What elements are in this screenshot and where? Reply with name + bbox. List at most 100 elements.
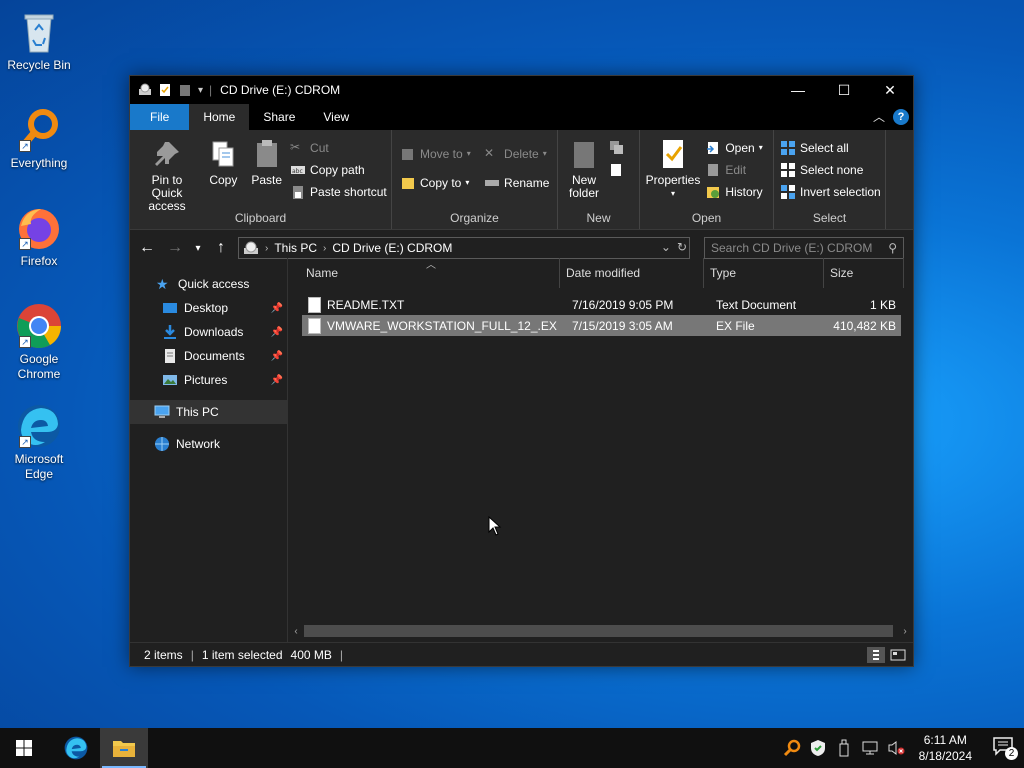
select-none-button[interactable]: Select none (780, 160, 881, 179)
window-title: CD Drive (E:) CDROM (220, 83, 341, 97)
cut-button[interactable]: ✂ Cut (290, 138, 387, 157)
breadcrumb-chevron[interactable]: › (323, 243, 326, 254)
select-all-button[interactable]: Select all (780, 138, 881, 157)
edit-button[interactable]: Edit (705, 160, 762, 179)
column-type[interactable]: Type (704, 258, 824, 288)
security-shield-icon[interactable] (809, 739, 827, 757)
recent-locations-button[interactable]: ▾ (192, 237, 204, 259)
new-folder-icon[interactable] (178, 83, 192, 97)
status-selected: 1 item selected (201, 647, 283, 662)
breadcrumb-cd-drive[interactable]: CD Drive (E:) CDROM (332, 241, 452, 255)
nav-documents[interactable]: Documents 📌 (130, 344, 287, 368)
rename-button[interactable]: Rename (484, 173, 549, 192)
search-box[interactable]: Search CD Drive (E:) CDROM ⚲ (704, 237, 904, 259)
shortcut-arrow-icon: ↗ (19, 238, 31, 250)
breadcrumb-chevron[interactable]: › (265, 243, 268, 254)
breadcrumb-this-pc[interactable]: This PC (274, 241, 317, 255)
pin-icon[interactable]: 📌 (271, 327, 283, 338)
maximize-button[interactable]: ☐ (821, 76, 867, 104)
horizontal-scrollbar[interactable]: ‹ › (288, 624, 913, 638)
collapse-ribbon-icon[interactable]: ︿ (873, 108, 885, 125)
scrollbar-thumb[interactable] (304, 625, 893, 637)
quick-access-toolbar: ▾ | (130, 83, 212, 97)
rename-icon (485, 179, 500, 186)
file-type: EX File (716, 318, 755, 333)
copy-path-icon: abc (291, 165, 306, 175)
move-to-button[interactable]: Move to ▾ (400, 144, 471, 163)
tab-share[interactable]: Share (249, 104, 309, 130)
ribbon-group-organize: Move to ▾ Copy to ▾ ✕ Delete ▾ Rename Organi… (392, 130, 558, 229)
open-button[interactable]: Open ▾ (705, 138, 763, 157)
file-explorer-window: ▾ | CD Drive (E:) CDROM — ☐ ✕ File Home … (129, 75, 914, 667)
delete-button[interactable]: ✕ Delete ▾ (484, 144, 549, 163)
nav-desktop[interactable]: Desktop 📌 (130, 296, 287, 320)
forward-button[interactable]: → (164, 237, 186, 259)
group-label-open: Open (691, 211, 722, 225)
tab-file[interactable]: File (130, 104, 190, 130)
nav-quick-access[interactable]: ★ Quick access (130, 272, 287, 296)
refresh-icon[interactable]: ↻ (677, 240, 687, 254)
table-row[interactable]: README.TXT 7/16/2019 9:05 PM Text Docume… (302, 294, 901, 315)
start-button[interactable] (0, 728, 48, 768)
invert-selection-button[interactable]: Invert selection (780, 182, 881, 201)
nav-downloads[interactable]: Downloads 📌 (130, 320, 287, 344)
copy-path-button[interactable]: abc Copy path (290, 160, 387, 179)
customize-toolbar-icon[interactable]: ▾ (198, 85, 203, 96)
clock[interactable]: 6:11 AM 8/18/2024 (919, 732, 972, 764)
nav-this-pc[interactable]: This PC (130, 400, 287, 424)
search-placeholder: Search CD Drive (E:) CDROM (711, 241, 873, 255)
title-bar: ▾ | CD Drive (E:) CDROM — ☐ ✕ (130, 76, 913, 104)
address-bar[interactable]: › This PC › CD Drive (E:) CDROM ⌄ ↻ (238, 237, 690, 259)
desktop-icon-everything[interactable]: ↗ Everything (4, 106, 74, 171)
table-row[interactable]: VMWARE_WORKSTATION_FULL_12_.EX 7/15/2019… (302, 315, 901, 336)
desktop-icon-firefox[interactable]: ↗ Firefox (4, 204, 74, 269)
scroll-left-icon[interactable]: ‹ (288, 626, 304, 637)
volume-muted-icon[interactable] (887, 739, 905, 757)
usb-device-icon[interactable] (835, 739, 853, 757)
copy-to-button[interactable]: Copy to ▾ (400, 173, 471, 192)
desktop-icon-edge[interactable]: ↗ Microsoft Edge (4, 402, 74, 482)
file-date: 7/15/2019 3:05 AM (572, 318, 673, 333)
tab-home[interactable]: Home (189, 104, 250, 130)
close-button[interactable]: ✕ (867, 76, 913, 104)
pin-icon[interactable]: 📌 (271, 303, 283, 314)
minimize-button[interactable]: — (775, 76, 821, 104)
invert-selection-icon (781, 184, 795, 199)
network-status-icon[interactable] (861, 739, 879, 757)
copy-button[interactable]: Copy (203, 136, 243, 189)
ribbon: Pin to Quick access Copy Paste ✂ Cut abc C… (130, 130, 913, 230)
desktop-icon-chrome[interactable]: ↗ Google Chrome (4, 302, 74, 382)
properties-button[interactable]: Properties ▾ (644, 136, 702, 202)
sort-ascending-icon: ︿ (426, 260, 436, 271)
properties-icon[interactable] (158, 83, 172, 97)
scroll-right-icon[interactable]: › (897, 626, 913, 637)
pin-to-quick-access-button[interactable]: Pin to Quick access (134, 136, 200, 215)
notification-center-button[interactable]: 2 (992, 736, 1018, 760)
up-button[interactable]: ↑ (210, 237, 232, 259)
desktop-icon-recycle-bin[interactable]: Recycle Bin (4, 8, 74, 73)
taskbar-edge[interactable] (52, 728, 100, 768)
paste-shortcut-button[interactable]: Paste shortcut (290, 182, 387, 201)
paste-button[interactable]: Paste (247, 136, 287, 189)
details-view-icon[interactable] (867, 647, 885, 663)
address-dropdown-icon[interactable]: ⌄ (661, 240, 671, 254)
pin-icon[interactable]: 📌 (271, 375, 283, 386)
new-folder-button[interactable]: New folder (562, 136, 606, 202)
tab-view[interactable]: View (309, 104, 363, 130)
taskbar-file-explorer[interactable] (100, 728, 148, 768)
computer-icon (154, 405, 170, 418)
column-size[interactable]: Size (824, 258, 904, 288)
back-button[interactable]: ← (136, 237, 158, 259)
pin-icon[interactable]: 📌 (271, 351, 283, 362)
help-icon[interactable]: ? (893, 108, 909, 125)
large-icons-view-icon[interactable] (889, 647, 907, 663)
new-item-icon[interactable] (609, 140, 625, 156)
easy-access-icon[interactable] (609, 162, 625, 178)
history-button[interactable]: History (705, 182, 763, 201)
clock-date: 8/18/2024 (918, 749, 972, 763)
column-name[interactable]: Name (288, 258, 560, 288)
nav-network[interactable]: Network (130, 432, 287, 456)
nav-pictures[interactable]: Pictures 📌 (130, 368, 287, 392)
everything-tray-icon[interactable] (783, 739, 801, 757)
column-date-modified[interactable]: Date modified (560, 258, 704, 288)
